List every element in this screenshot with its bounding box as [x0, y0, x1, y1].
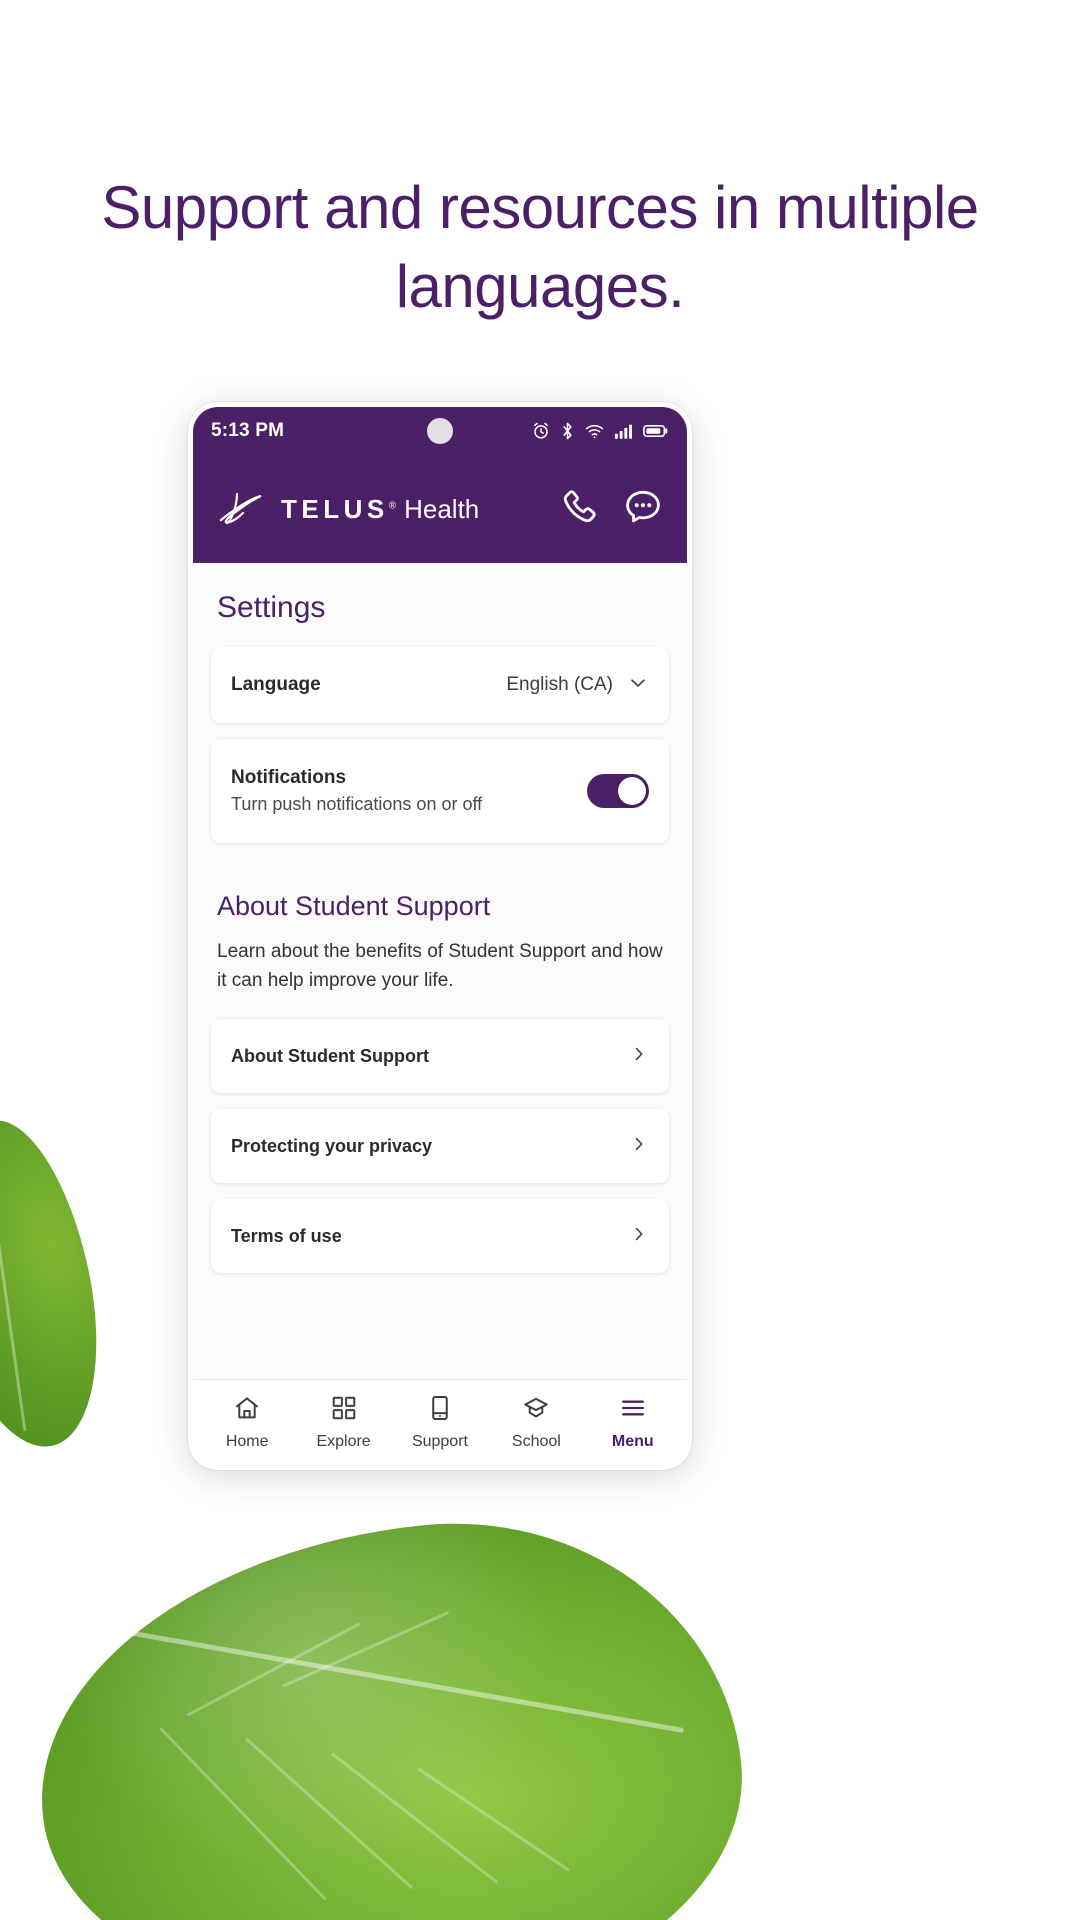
leaf-vein: [417, 1767, 570, 1872]
nav-label: Menu: [611, 1433, 654, 1450]
chevron-right-icon: [629, 1224, 649, 1249]
nav-label: Explore: [316, 1433, 371, 1450]
leaf-decoration-left: [0, 1108, 123, 1462]
alarm-icon: [531, 421, 551, 441]
app-header: TELUS® Health: [193, 455, 687, 563]
language-value: English (CA): [506, 674, 613, 695]
leaf-vein: [244, 1737, 414, 1890]
header-actions: [557, 487, 665, 531]
nav-label: Support: [411, 1433, 468, 1450]
camera-punch-hole: [427, 418, 453, 444]
wifi-icon: [584, 421, 605, 441]
page-title: Settings: [217, 591, 326, 624]
cellular-signal-icon: [614, 421, 634, 441]
link-label: Terms of use: [231, 1225, 342, 1246]
notifications-toggle[interactable]: [587, 774, 649, 808]
list-item[interactable]: About Student Support: [231, 1019, 649, 1093]
leaf-vein-main: [76, 1621, 684, 1733]
page-root: Support and resources in multiple langua…: [0, 0, 1080, 1920]
list-item[interactable]: Terms of use: [231, 1199, 649, 1273]
chevron-down-icon: [627, 672, 649, 699]
about-section-description: Learn about the benefits of Student Supp…: [217, 941, 663, 991]
nav-item-home[interactable]: Home: [203, 1394, 291, 1451]
hamburger-menu-icon: [619, 1394, 647, 1427]
status-bar-time: 5:13 PM: [211, 420, 285, 441]
status-bar-icons: [531, 421, 669, 441]
chevron-right-icon: [629, 1134, 649, 1159]
notifications-card: Notifications Turn push notifications on…: [211, 739, 669, 843]
leaf-vein: [159, 1727, 327, 1901]
nav-item-explore[interactable]: Explore: [300, 1394, 388, 1451]
chat-button[interactable]: [621, 487, 665, 531]
about-section-title: About Student Support: [217, 891, 491, 921]
battery-icon: [643, 421, 669, 441]
notifications-label: Notifications: [231, 767, 347, 788]
bluetooth-icon: [560, 421, 575, 441]
nav-item-menu[interactable]: Menu: [589, 1394, 677, 1451]
nav-label: School: [511, 1433, 561, 1450]
leaf-vein: [331, 1752, 499, 1884]
privacy-link-card[interactable]: Protecting your privacy: [211, 1109, 669, 1183]
chevron-right-icon: [629, 1044, 649, 1069]
notifications-row: Notifications Turn push notifications on…: [231, 739, 649, 843]
phone-call-icon: [559, 487, 599, 532]
link-label: About Student Support: [231, 1045, 429, 1066]
brand-suffix-health: Health: [404, 493, 480, 524]
language-row[interactable]: Language English (CA): [231, 647, 649, 723]
settings-screen-content: Settings Language English (CA) Notificat…: [193, 563, 687, 1379]
nav-label: Home: [225, 1433, 269, 1450]
telus-swoosh-logo-icon: [215, 486, 267, 533]
notifications-description: Turn push notifications on or off: [231, 794, 483, 814]
link-label: Protecting your privacy: [231, 1135, 433, 1156]
bottom-navigation-bar: Home Explore Support School Menu: [193, 1379, 687, 1465]
grid-icon: [330, 1394, 358, 1427]
phone-call-button[interactable]: [557, 487, 601, 531]
about-link-card[interactable]: About Student Support: [211, 1019, 669, 1093]
leaf-decoration-bottom: [16, 1494, 764, 1920]
nav-item-school[interactable]: School: [492, 1394, 580, 1451]
chat-bubble-icon: [622, 486, 664, 533]
brand-text: TELUS® Health: [281, 494, 479, 525]
terms-link-card[interactable]: Terms of use: [211, 1199, 669, 1273]
phone-mockup: 5:13 PM TELUS® Health Settings Language …: [188, 402, 692, 1470]
page-headline: Support and resources in multiple langua…: [101, 174, 979, 321]
toggle-knob: [618, 777, 646, 805]
brand-name-telus: TELUS®: [281, 493, 397, 524]
registered-mark: ®: [388, 499, 397, 511]
language-value-wrap[interactable]: English (CA): [506, 672, 649, 699]
status-bar: 5:13 PM: [193, 407, 687, 455]
nav-item-support[interactable]: Support: [396, 1394, 484, 1451]
graduation-cap-icon: [522, 1394, 550, 1427]
brand-lockup: TELUS® Health: [215, 486, 479, 533]
language-card[interactable]: Language English (CA): [211, 647, 669, 723]
device-icon: [426, 1394, 454, 1427]
list-item[interactable]: Protecting your privacy: [231, 1109, 649, 1183]
phone-screen: 5:13 PM TELUS® Health Settings Language …: [193, 407, 687, 1465]
home-icon: [233, 1394, 261, 1427]
language-label: Language: [231, 674, 321, 695]
notifications-text: Notifications Turn push notifications on…: [231, 767, 482, 815]
